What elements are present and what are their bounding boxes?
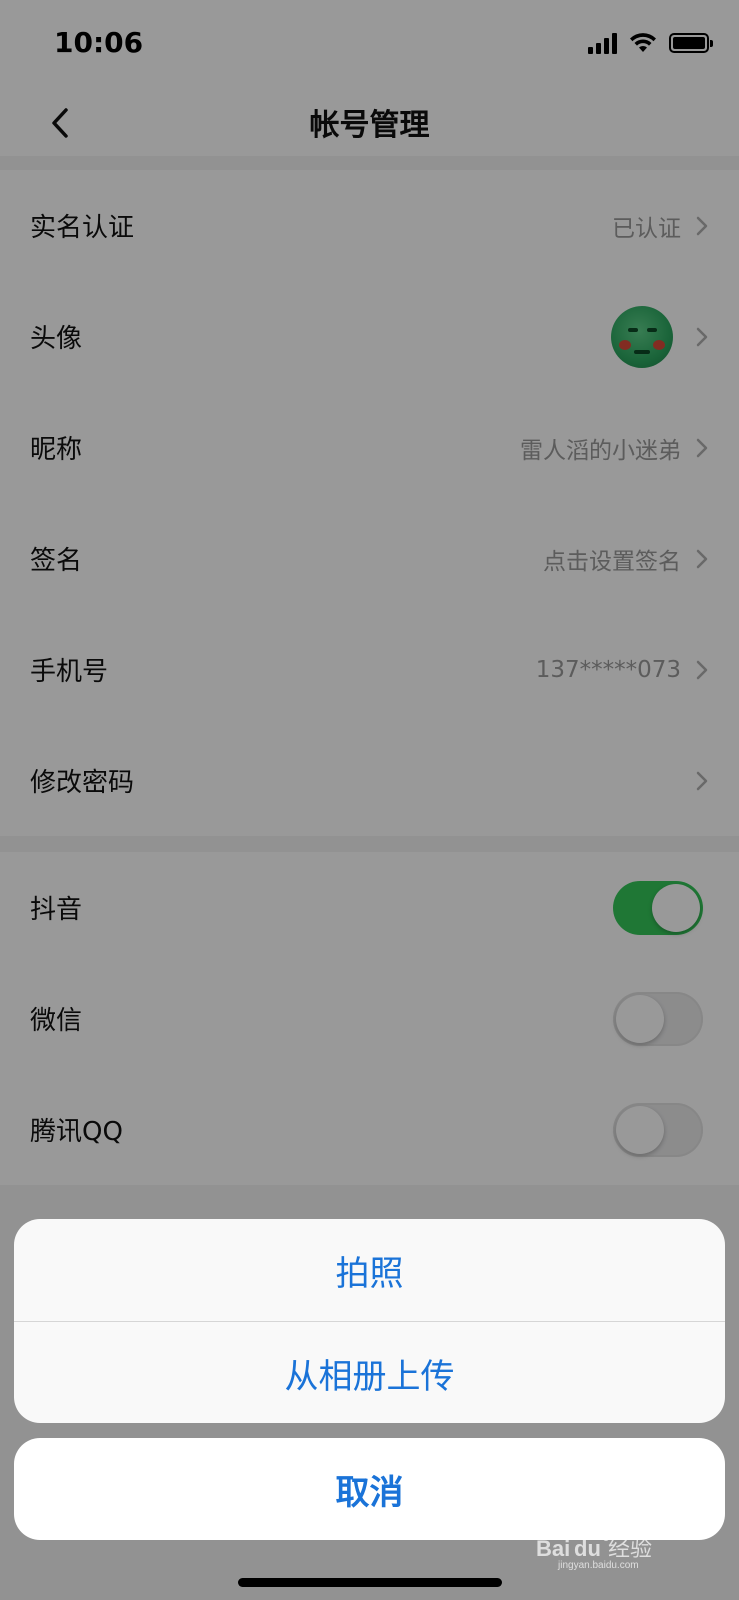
cancel-button[interactable]: 取消 (14, 1438, 725, 1540)
svg-text:Bai: Bai (536, 1536, 570, 1561)
screen: 10:06 帐号管理 实名认证 已认证 头像 昵称 雷人滔的小迷弟 签名 点击设… (0, 0, 739, 1600)
action-sheet-cancel: 取消 (14, 1438, 725, 1540)
upload-from-album-button[interactable]: 从相册上传 (14, 1322, 725, 1423)
baidu-jingyan-watermark: Bai du 经验 jingyan.baidu.com (536, 1531, 652, 1570)
take-photo-button[interactable]: 拍照 (14, 1219, 725, 1321)
action-sheet: 拍照 从相册上传 (14, 1219, 725, 1423)
svg-text:jingyan.baidu.com: jingyan.baidu.com (557, 1560, 639, 1570)
svg-text:du: du (574, 1536, 601, 1561)
home-indicator (238, 1578, 502, 1587)
svg-text:经验: 经验 (608, 1537, 652, 1562)
